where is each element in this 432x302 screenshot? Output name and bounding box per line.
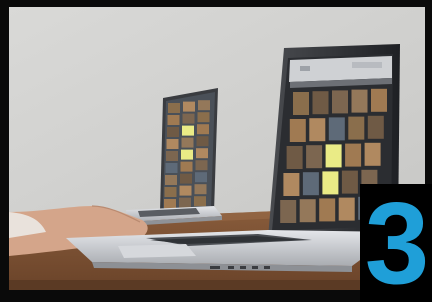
photo-thumbnail [351,89,368,113]
photo-thumbnail [167,127,179,137]
photo-thumbnail [364,142,381,166]
photo-thumbnail [306,145,323,169]
photo-thumbnail [166,139,179,149]
photo-thumbnail [371,88,387,112]
photo-thumbnail [286,146,303,169]
photo-thumbnail [293,92,309,115]
photo-thumbnail [197,124,209,135]
photo-thumbnail [164,199,176,209]
photo-thumbnail [195,172,207,183]
photo-frame: 3 [0,0,432,302]
photo-thumbnail [166,151,178,161]
photo-thumbnail [194,184,207,195]
photo-thumbnail [181,149,193,160]
photo-thumbnail [196,136,209,147]
photo-thumbnail [194,196,206,207]
photo-thumbnail [367,115,384,139]
photo-thumbnail [180,173,192,184]
photo-thumbnail [164,187,177,197]
photo-thumbnail [167,115,180,125]
photo-thumbnail [338,197,355,221]
photo-thumbnail [309,118,326,142]
photo-thumbnail [322,171,339,195]
photo-thumbnail [312,91,329,115]
photo-thumbnail [345,143,362,167]
photo-thumbnail [283,173,300,196]
photo-thumbnail [325,144,342,168]
photo-thumbnail [348,116,365,140]
photo-thumbnail [289,119,306,142]
photo-thumbnail [165,175,177,185]
photo-thumbnail [299,199,316,223]
photo-thumbnail [332,90,348,114]
photo-thumbnail [179,197,191,208]
photo-thumbnail [179,185,192,196]
photo-thumbnail [328,117,345,141]
number-badge: 3 [360,184,432,302]
badge-number: 3 [364,184,430,302]
photo-thumbnail [181,137,194,148]
photo-thumbnail [195,160,208,171]
photo-thumbnail [196,148,208,159]
photo-thumbnail [319,198,336,222]
photo-thumbnail [165,163,178,173]
photo-thumbnail [182,125,194,136]
photo-thumbnail [280,200,297,223]
photo-thumbnail [341,170,358,194]
photo-thumbnail [180,161,193,172]
photo-thumbnail [168,103,180,113]
photo-thumbnail [197,112,210,123]
photo-thumbnail [198,100,210,111]
photo-thumbnail [183,101,195,112]
photo-thumbnail [182,113,195,124]
photo-thumbnail [302,172,319,196]
